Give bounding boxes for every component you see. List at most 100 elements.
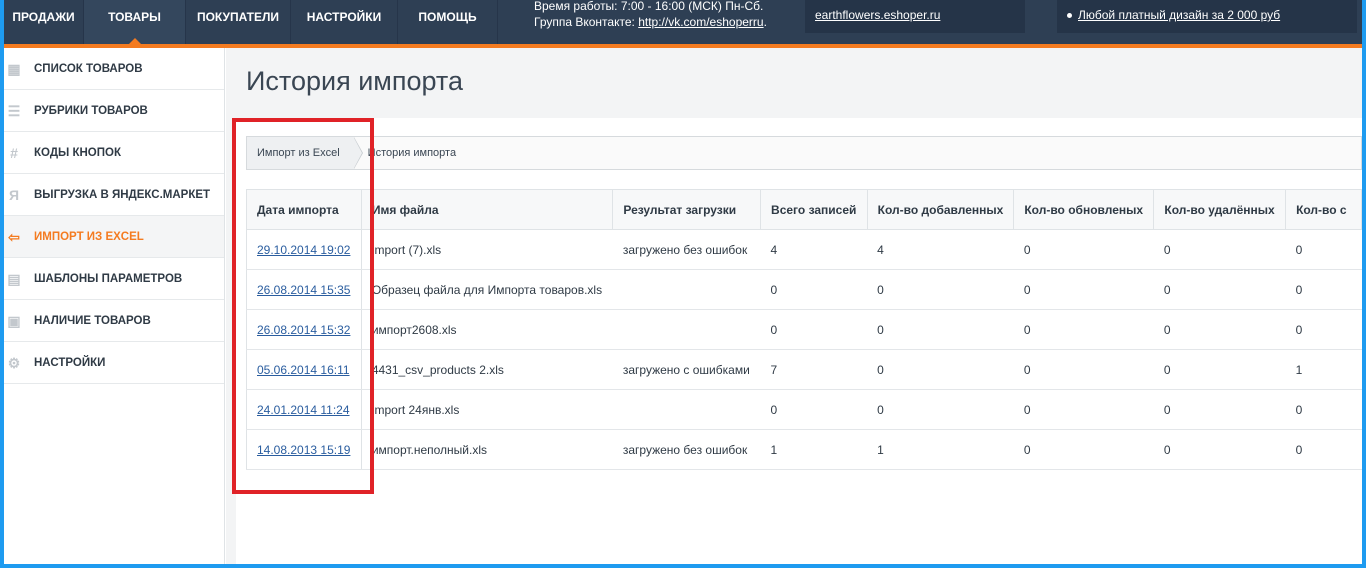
sidebar-item-stock[interactable]: ▣ НАЛИЧИЕ ТОВАРОВ <box>4 300 224 342</box>
nav-help[interactable]: ПОМОЩЬ <box>398 0 498 44</box>
column-header-deleted[interactable]: Кол-во удалённых <box>1153 189 1287 230</box>
page-title: История импорта <box>246 66 463 96</box>
sidebar-item-label: ШАБЛОНЫ ПАРАМЕТРОВ <box>34 272 183 285</box>
table-cell: 0 <box>1153 389 1286 430</box>
table-cell: 0 <box>1285 429 1362 470</box>
column-header-filename[interactable]: Имя файла <box>360 189 614 230</box>
table-cell: импорт2608.xls <box>361 309 613 350</box>
hash-icon: # <box>10 145 18 161</box>
import-history-table: Дата импорта Имя файла Результат загрузк… <box>246 189 1362 470</box>
table-row: 29.10.2014 19:02 import (7).xls загружено … <box>246 229 1362 270</box>
shop-domain-link[interactable]: earthflowers.eshoper.ru <box>815 8 940 22</box>
table-cell: загружено без ошибок <box>612 229 761 270</box>
table-cell: 0 <box>867 269 1014 310</box>
table-cell: 0 <box>760 309 868 350</box>
table-cell: 1 <box>760 429 868 470</box>
vk-label: Группа Вконтакте: <box>534 15 635 29</box>
table-cell: 0 <box>1153 349 1286 390</box>
main-content: История импорта Импорт из Excel История … <box>226 48 1362 568</box>
table-cell: 0 <box>1013 269 1154 310</box>
table-cell: загружено с ошибками <box>612 349 761 390</box>
table-row: 24.01.2014 11:24 import 24янв.xls 0 0 0 0 0 <box>246 389 1362 430</box>
content-panel: Импорт из Excel История импорта Дата имп… <box>236 118 1362 568</box>
gear-icon: ⚙ <box>7 355 21 371</box>
table-cell: импорт.неполный.xls <box>361 429 613 470</box>
table-cell: 1 <box>867 429 1014 470</box>
red-highlight-box <box>232 118 374 494</box>
sidebar-item-label: ВЫГРУЗКА В ЯНДЕКС.МАРКЕТ <box>34 188 211 201</box>
table-row: 14.08.2013 15:19 импорт.неполный.xls загру… <box>246 429 1362 470</box>
nav-customers[interactable]: ПОКУПАТЕЛИ <box>186 0 291 44</box>
table-cell: загружено без ошибок <box>612 429 761 470</box>
grid-icon: ▦ <box>7 61 21 77</box>
table-cell: 0 <box>867 349 1014 390</box>
sidebar-item-button-codes[interactable]: # КОДЫ КНОПОК <box>4 132 224 174</box>
sidebar: ▦ СПИСОК ТОВАРОВ ☰ РУБРИКИ ТОВАРОВ # КОД… <box>4 48 225 568</box>
column-header-added[interactable]: Кол-во добавленных <box>866 189 1015 230</box>
table-cell: 0 <box>1013 229 1154 270</box>
table-cell: 4431_csv_products 2.xls <box>361 349 613 390</box>
sidebar-item-product-list[interactable]: ▦ СПИСОК ТОВАРОВ <box>4 48 224 90</box>
table-row: 05.06.2014 16:11 4431_csv_products 2.xls з… <box>246 349 1362 390</box>
table-cell: 0 <box>1153 429 1286 470</box>
table-cell <box>612 309 761 350</box>
table-cell: 0 <box>760 389 868 430</box>
sidebar-item-yandex-export[interactable]: Я ВЫГРУЗКА В ЯНДЕКС.МАРКЕТ <box>4 174 224 216</box>
table-cell: 0 <box>867 309 1014 350</box>
sidebar-item-settings[interactable]: ⚙ НАСТРОЙКИ <box>4 342 224 384</box>
table-cell <box>612 269 761 310</box>
table-cell: 0 <box>1013 309 1154 350</box>
table-cell: 0 <box>1285 269 1362 310</box>
table-cell: 0 <box>1153 229 1286 270</box>
table-cell: 0 <box>1285 229 1362 270</box>
nav-products[interactable]: ТОВАРЫ <box>84 0 186 44</box>
breadcrumb: Импорт из Excel История импорта <box>246 136 1362 170</box>
nav-sales[interactable]: ПРОДАЖИ <box>4 0 84 44</box>
promo-link[interactable]: Любой платный дизайн за 2 000 руб <box>1078 8 1280 22</box>
vk-link[interactable]: http://vk.com/eshoperru <box>638 15 763 29</box>
sidebar-item-excel-import[interactable]: ⇦ ИМПОРТ ИЗ EXCEL <box>4 216 224 258</box>
table-cell: 0 <box>1285 389 1362 430</box>
sidebar-item-label: СПИСОК ТОВАРОВ <box>34 62 143 75</box>
sidebar-item-label: РУБРИКИ ТОВАРОВ <box>34 104 148 117</box>
sidebar-item-label: НАСТРОЙКИ <box>34 356 106 369</box>
column-header-other[interactable]: Кол-во с <box>1285 189 1362 230</box>
column-header-updated[interactable]: Кол-во обновленых <box>1013 189 1155 230</box>
table-cell: 0 <box>867 389 1014 430</box>
sidebar-item-param-templates[interactable]: ▤ ШАБЛОНЫ ПАРАМЕТРОВ <box>4 258 224 300</box>
table-cell: 4 <box>867 229 1014 270</box>
sidebar-item-label: ИМПОРТ ИЗ EXCEL <box>34 230 144 243</box>
table-cell: 0 <box>1013 389 1154 430</box>
yandex-icon: Я <box>8 187 20 203</box>
work-hours: Время работы: 7:00 - 16:00 (МСК) Пн-Сб. <box>534 0 764 13</box>
table-cell: 0 <box>1285 309 1362 350</box>
table-cell: 4 <box>760 229 868 270</box>
support-info: Время работы: 7:00 - 16:00 (МСК) Пн-Сб. … <box>534 0 767 29</box>
table-cell: Образец файла для Импорта товаров.xls <box>361 269 613 310</box>
table-cell: 1 <box>1285 349 1362 390</box>
table-cell <box>612 389 761 430</box>
import-icon: ⇦ <box>8 229 20 245</box>
template-icon: ▤ <box>7 271 21 287</box>
sidebar-item-label: КОДЫ КНОПОК <box>34 146 121 159</box>
shop-domain-box: earthflowers.eshoper.ru <box>805 0 1025 33</box>
column-header-result[interactable]: Результат загрузки <box>612 189 762 230</box>
promo-box: Любой платный дизайн за 2 000 руб <box>1057 0 1357 33</box>
column-header-total[interactable]: Всего записей <box>760 189 868 230</box>
sidebar-item-categories[interactable]: ☰ РУБРИКИ ТОВАРОВ <box>4 90 224 132</box>
table-cell: 0 <box>1013 429 1154 470</box>
table-cell: 0 <box>1013 349 1154 390</box>
table-cell: 0 <box>760 269 868 310</box>
bullet-icon <box>1067 13 1072 19</box>
table-cell: 0 <box>1153 309 1286 350</box>
table-row: 26.08.2014 15:32 импорт2608.xls 0 0 0 0 0 <box>246 309 1362 350</box>
list-icon: ☰ <box>7 103 21 119</box>
sidebar-item-label: НАЛИЧИЕ ТОВАРОВ <box>34 314 151 327</box>
table-header-row: Дата импорта Имя файла Результат загрузк… <box>246 189 1362 230</box>
table-row: 26.08.2014 15:35 Образец файла для Импорт… <box>246 269 1362 310</box>
table-cell: import 24янв.xls <box>361 389 613 430</box>
truck-icon: ▣ <box>7 313 21 329</box>
table-cell: 0 <box>1153 269 1286 310</box>
nav-settings[interactable]: НАСТРОЙКИ <box>291 0 398 44</box>
screenshot-frame-left <box>0 0 4 568</box>
